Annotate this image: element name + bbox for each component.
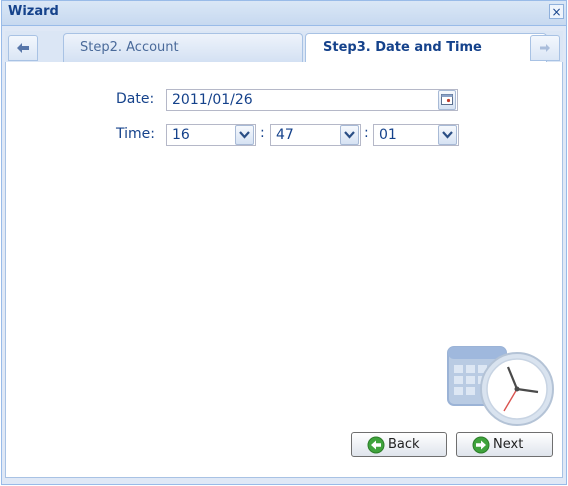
window-title: Wizard [8, 4, 59, 19]
back-button-label: Back [388, 437, 420, 452]
time-separator: : [260, 125, 265, 141]
tab-date-and-time[interactable]: Step3. Date and Time [305, 33, 547, 62]
tab-scroll-left-button[interactable] [8, 35, 38, 61]
tab-scroll-right-button[interactable] [530, 35, 560, 61]
calendar-clock-illustration [447, 346, 554, 426]
arrow-left-circle-icon [367, 436, 385, 454]
minute-dropdown-button[interactable] [340, 125, 359, 145]
close-icon[interactable]: × [549, 4, 564, 19]
back-button[interactable]: Back [351, 432, 447, 457]
tab-account[interactable]: Step2. Account [63, 33, 303, 62]
calendar-picker-button[interactable] [438, 90, 456, 110]
wizard-window: Wizard × Step2. Account Step3. Date and … [1, 0, 567, 485]
time-separator: : [364, 125, 369, 141]
arrow-left-icon [17, 43, 29, 53]
time-label: Time: [116, 126, 155, 142]
arrow-right-icon [540, 44, 550, 52]
date-field[interactable]: 2011/01/26 [166, 89, 458, 111]
tab-strip: Step2. Account Step3. Date and Time [5, 31, 563, 62]
chevron-down-icon [442, 131, 453, 139]
hour-dropdown-button[interactable] [235, 125, 254, 145]
wizard-body: Date: 2011/01/26 Time: 16 : 47 : 01 Back… [5, 62, 563, 478]
arrow-right-circle-icon [472, 436, 490, 454]
calendar-icon [441, 94, 453, 105]
next-button[interactable]: Next [456, 432, 553, 457]
next-button-label: Next [493, 437, 524, 452]
second-dropdown-button[interactable] [438, 125, 457, 145]
title-bar: Wizard × [2, 1, 566, 26]
chevron-down-icon [239, 131, 250, 139]
chevron-down-icon [344, 131, 355, 139]
date-label: Date: [116, 91, 155, 107]
